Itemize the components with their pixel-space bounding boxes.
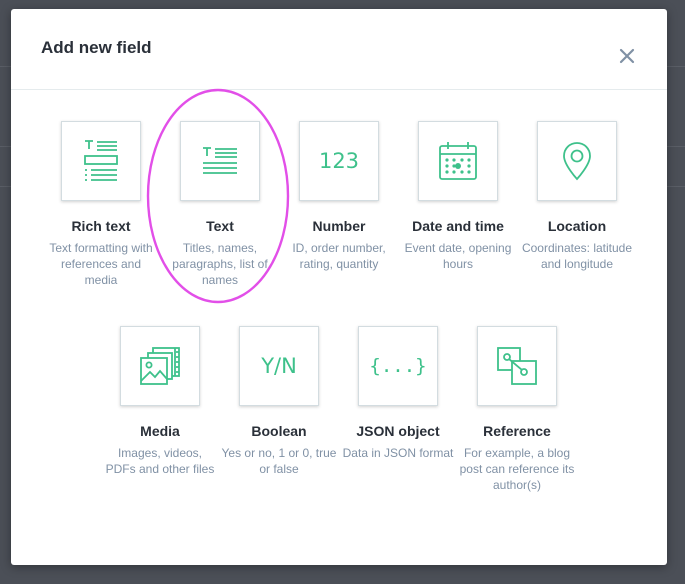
json-icon: {...} (369, 355, 427, 377)
modal-header: Add new field (11, 9, 667, 90)
field-type-description: Event date, opening hours (404, 241, 512, 271)
field-type-label: Number (312, 218, 366, 234)
field-type-tile (537, 121, 617, 201)
field-type-label: Boolean (251, 423, 307, 439)
location-pin-icon (563, 142, 591, 181)
field-type-boolean[interactable]: Y/N Boolean Yes or no, 1 or 0, true or f… (219, 326, 339, 477)
field-type-tile (418, 121, 498, 201)
field-type-description: Titles, names, paragraphs, list of names (172, 241, 268, 287)
field-type-label: Reference (483, 423, 551, 439)
close-icon (619, 48, 635, 64)
field-type-reference[interactable]: Reference For example, a blog post can r… (457, 326, 577, 493)
field-type-label: Rich text (71, 218, 131, 234)
field-type-description: Data in JSON format (342, 446, 454, 460)
field-type-date-and-time[interactable]: Date and time Event date, opening hours (398, 121, 518, 272)
modal-title: Add new field (41, 38, 152, 57)
number-icon: 123 (318, 149, 360, 173)
reference-icon (497, 347, 537, 385)
field-type-text[interactable]: Text Titles, names, paragraphs, list of … (160, 121, 280, 288)
calendar-icon (439, 142, 477, 180)
field-type-description: Coordinates: latitude and longitude (521, 241, 633, 271)
field-type-number[interactable]: 123 Number ID, order number, rating, qua… (279, 121, 399, 272)
field-type-tile: 123 (299, 121, 379, 201)
field-type-label: Text (206, 218, 234, 234)
boolean-icon: Y/N (261, 354, 297, 378)
field-type-rich-text[interactable]: Rich text Text formatting with reference… (41, 121, 161, 288)
field-type-label: Media (140, 423, 180, 439)
field-type-label: JSON object (356, 423, 440, 439)
field-type-description: For example, a blog post can reference i… (459, 446, 575, 492)
field-type-label: Location (547, 218, 607, 234)
field-type-description: ID, order number, rating, quantity (292, 241, 386, 271)
field-type-tile (61, 121, 141, 201)
field-type-description: Images, videos, PDFs and other files (105, 446, 215, 476)
close-button[interactable] (616, 45, 638, 67)
field-type-tile (180, 121, 260, 201)
add-field-modal: Add new field Rich text Text formatting … (11, 9, 667, 565)
field-type-json-object[interactable]: {...} JSON object Data in JSON format (338, 326, 458, 461)
field-type-tile (477, 326, 557, 406)
field-type-tile (120, 326, 200, 406)
field-type-description: Yes or no, 1 or 0, true or false (221, 446, 337, 476)
field-type-description: Text formatting with references and medi… (49, 241, 153, 287)
field-type-location[interactable]: Location Coordinates: latitude and longi… (517, 121, 637, 272)
field-type-tile: Y/N (239, 326, 319, 406)
text-icon (203, 147, 237, 174)
media-icon (140, 347, 180, 385)
rich-text-icon (84, 140, 118, 181)
field-type-label: Date and time (412, 218, 504, 234)
field-type-tile: {...} (358, 326, 438, 406)
field-type-media[interactable]: Media Images, videos, PDFs and other fil… (100, 326, 220, 477)
